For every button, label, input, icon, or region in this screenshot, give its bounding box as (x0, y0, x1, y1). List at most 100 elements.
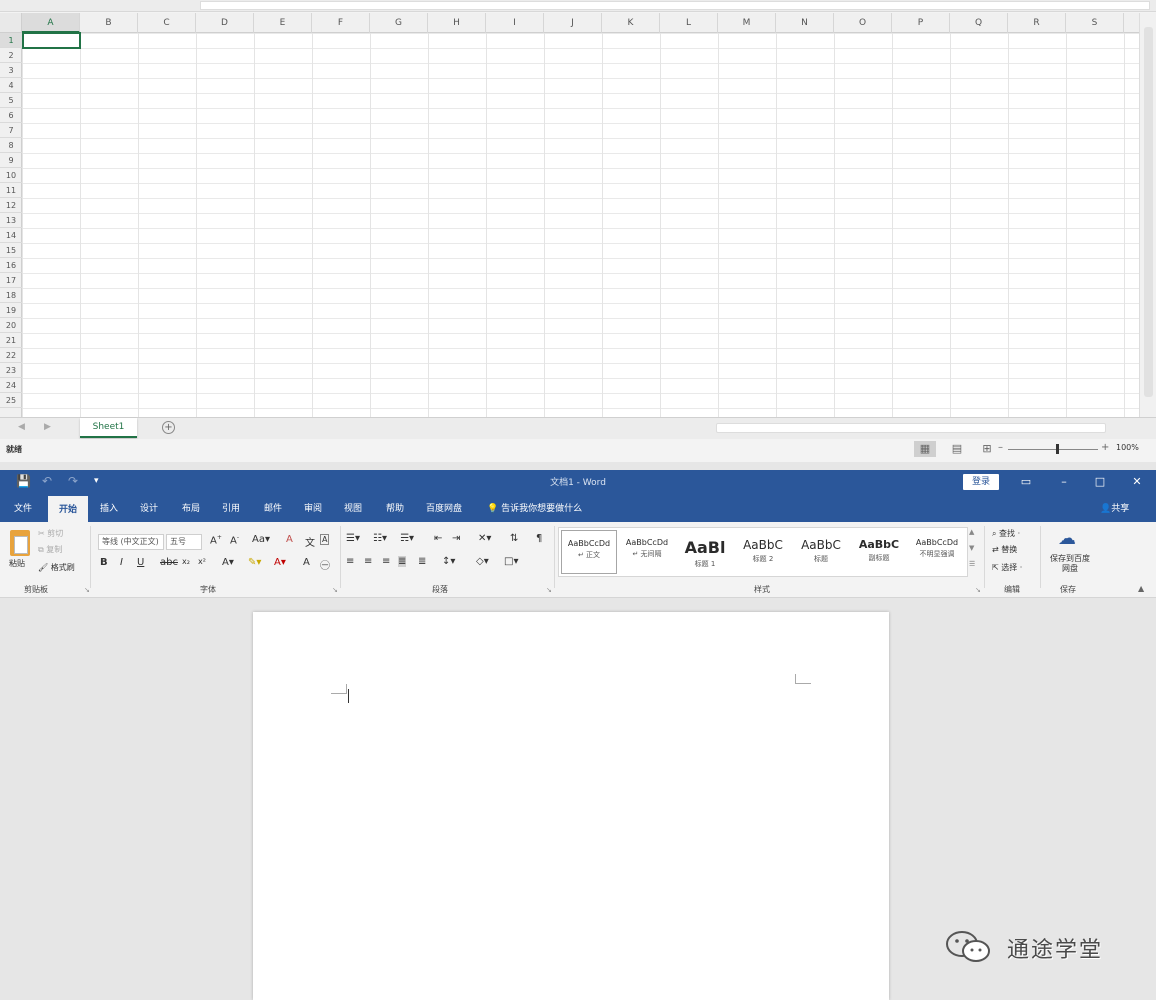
next-sheet-icon[interactable]: ▶ (44, 422, 51, 432)
tell-me-search[interactable]: 💡 告诉我你想要做什么 (487, 501, 582, 514)
multilevel-list-icon[interactable]: ☴▾ (400, 533, 414, 544)
column-header[interactable]: J (544, 13, 602, 33)
zoom-slider-thumb[interactable] (1056, 444, 1059, 454)
sort-icon[interactable]: ⇅ (510, 533, 518, 544)
tab-baidu-netdisk[interactable]: 百度网盘 (426, 501, 462, 514)
show-marks-icon[interactable]: ¶ (536, 533, 542, 544)
font-color-icon[interactable]: A▾ (274, 557, 286, 568)
restore-icon[interactable]: □ (1088, 473, 1112, 491)
phonetic-guide-icon[interactable]: 文 (305, 534, 315, 549)
row-header[interactable]: 22 (0, 348, 22, 363)
line-spacing-icon[interactable]: ↕▾ (442, 556, 455, 567)
find-button[interactable]: ⌕ 查找 · (992, 528, 1020, 539)
row-header[interactable]: 6 (0, 108, 22, 123)
distributed-icon[interactable]: ≣ (418, 556, 426, 567)
column-header[interactable]: C (138, 13, 196, 33)
ribbon-display-options-icon[interactable]: ▭ (1014, 473, 1038, 491)
underline-icon[interactable]: U (137, 557, 144, 568)
sign-in-button[interactable]: 登录 (963, 474, 999, 490)
column-header[interactable]: P (892, 13, 950, 33)
italic-icon[interactable]: I (120, 557, 123, 568)
style-item[interactable]: AaBbC 标题 (793, 530, 849, 574)
row-header[interactable]: 13 (0, 213, 22, 228)
character-border-icon[interactable]: A (320, 534, 330, 545)
row-header[interactable]: 4 (0, 78, 22, 93)
replace-button[interactable]: ⇄ 替换 (992, 544, 1017, 555)
row-header[interactable]: 24 (0, 378, 22, 393)
column-header[interactable]: G (370, 13, 428, 33)
column-header[interactable]: B (80, 13, 138, 33)
character-shading-icon[interactable]: A (303, 557, 310, 568)
format-painter-button[interactable]: 🖌 格式刷 (38, 562, 75, 573)
tab-design[interactable]: 设计 (140, 501, 158, 514)
zoom-slider[interactable] (1008, 449, 1098, 450)
row-header[interactable]: 20 (0, 318, 22, 333)
add-sheet-button[interactable]: + (162, 421, 175, 434)
tab-insert[interactable]: 插入 (100, 501, 118, 514)
row-header[interactable]: 7 (0, 123, 22, 138)
sheet-tab[interactable]: Sheet1 (80, 418, 137, 438)
active-cell[interactable] (22, 32, 81, 49)
increase-indent-icon[interactable]: ⇥ (452, 533, 460, 544)
superscript-icon[interactable]: x² (198, 557, 206, 566)
strikethrough-icon[interactable]: abc (160, 557, 178, 568)
column-header[interactable]: R (1008, 13, 1066, 33)
tab-references[interactable]: 引用 (222, 501, 240, 514)
tab-file[interactable]: 文件 (14, 501, 32, 514)
page-break-view-icon[interactable]: ⊞ (976, 441, 998, 457)
font-launcher-icon[interactable]: ↘ (332, 586, 338, 594)
row-header[interactable]: 3 (0, 63, 22, 78)
column-header[interactable]: N (776, 13, 834, 33)
formula-input[interactable] (200, 1, 1150, 10)
row-header[interactable]: 9 (0, 153, 22, 168)
minimize-icon[interactable]: – (1052, 473, 1076, 491)
font-size-select[interactable]: 五号 (166, 534, 202, 550)
subscript-icon[interactable]: x₂ (182, 557, 190, 566)
styles-launcher-icon[interactable]: ↘ (975, 586, 981, 594)
row-header[interactable]: 1 (0, 33, 22, 48)
column-header[interactable]: H (428, 13, 486, 33)
clear-formatting-icon[interactable]: A (286, 534, 293, 545)
cell-area[interactable] (22, 33, 1139, 417)
tab-layout[interactable]: 布局 (182, 501, 200, 514)
style-item[interactable]: AaBbC 标题 2 (735, 530, 791, 574)
copy-button[interactable]: ⧉ 复制 (38, 544, 62, 555)
zoom-level[interactable]: 100% (1116, 443, 1139, 452)
column-header[interactable]: L (660, 13, 718, 33)
column-header[interactable]: O (834, 13, 892, 33)
row-header[interactable]: 17 (0, 273, 22, 288)
row-header[interactable]: 10 (0, 168, 22, 183)
justify-icon[interactable]: ≣ (398, 556, 407, 567)
share-button[interactable]: 👤共享 (1100, 501, 1129, 514)
shading-icon[interactable]: ◇▾ (476, 556, 489, 567)
font-name-select[interactable]: 等线 (中文正文) (98, 534, 164, 550)
row-header[interactable]: 8 (0, 138, 22, 153)
close-icon[interactable]: ✕ (1125, 473, 1149, 491)
decrease-indent-icon[interactable]: ⇤ (434, 533, 442, 544)
paste-button-label[interactable]: 粘贴 (9, 558, 25, 569)
change-case-icon[interactable]: Aa▾ (252, 534, 270, 545)
cut-button[interactable]: ✂ 剪切 (38, 528, 63, 539)
row-header[interactable]: 23 (0, 363, 22, 378)
style-item[interactable]: AaBbC 副标题 (851, 530, 907, 574)
style-item[interactable]: AaBbCcDd ↵ 无间隔 (619, 530, 675, 574)
column-header[interactable]: A (22, 13, 80, 33)
row-header[interactable]: 21 (0, 333, 22, 348)
prev-sheet-icon[interactable]: ◀ (18, 422, 25, 432)
column-header[interactable]: E (254, 13, 312, 33)
select-all-corner[interactable] (0, 13, 22, 33)
tab-help[interactable]: 帮助 (386, 501, 404, 514)
column-header[interactable]: Q (950, 13, 1008, 33)
borders-icon[interactable]: □▾ (504, 556, 518, 567)
column-header[interactable]: I (486, 13, 544, 33)
column-header[interactable]: S (1066, 13, 1124, 33)
row-header[interactable]: 18 (0, 288, 22, 303)
netdisk-icon[interactable]: ☁ (1058, 528, 1076, 549)
style-item[interactable]: AaBl 标题 1 (677, 530, 733, 574)
save-to-netdisk-button[interactable]: 保存到百度网盘 (1048, 554, 1092, 574)
document-page[interactable] (253, 612, 889, 1000)
bullets-icon[interactable]: ☰▾ (346, 533, 360, 544)
tab-view[interactable]: 视图 (344, 501, 362, 514)
align-left-icon[interactable]: ≡ (346, 556, 354, 567)
paragraph-launcher-icon[interactable]: ↘ (546, 586, 552, 594)
